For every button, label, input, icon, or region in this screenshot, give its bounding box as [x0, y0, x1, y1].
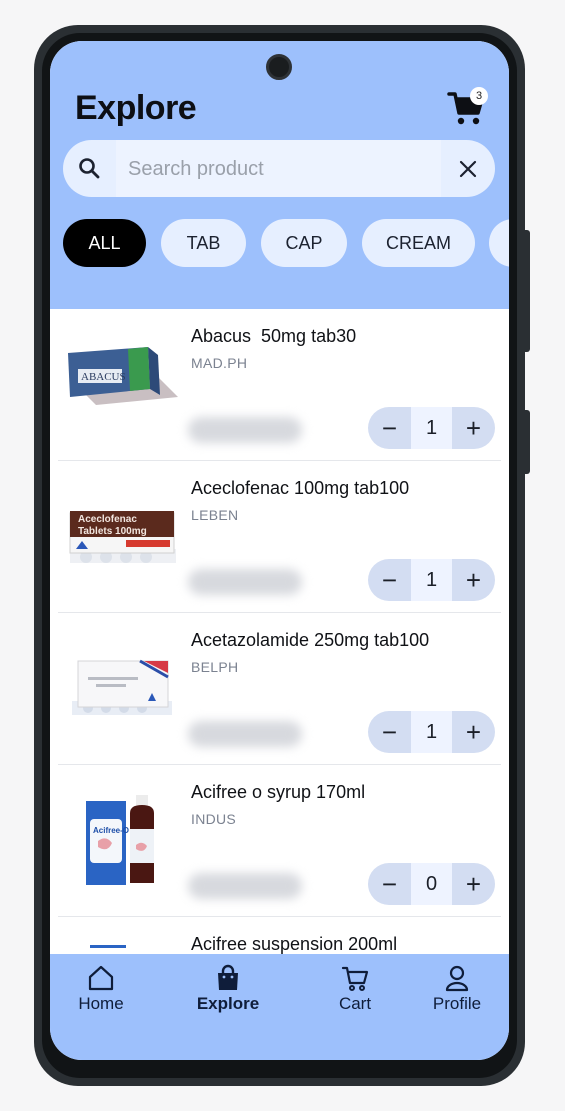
- nav-explore[interactable]: Explore: [183, 964, 273, 1020]
- nav-profile-label: Profile: [432, 994, 482, 1013]
- quantity-stepper: − 1 +: [368, 407, 495, 449]
- product-card[interactable]: Aceclofenac Tablets 100mg Aceclofenac 10…: [50, 461, 509, 613]
- filter-chip-cap[interactable]: CAP: [261, 219, 347, 267]
- quantity-value: 1: [411, 407, 452, 449]
- app-screen: Explore 3 Search product ALL TAB CAP CRE…: [50, 41, 509, 1060]
- search-bar: [63, 140, 495, 197]
- increase-button[interactable]: +: [452, 559, 495, 601]
- product-name: Acetazolamide 250mg tab100: [191, 630, 430, 650]
- product-name: Acifree suspension 200ml: [191, 934, 398, 954]
- svg-text:ABACUS: ABACUS: [81, 371, 126, 383]
- front-camera: [266, 54, 292, 80]
- phone-frame: Explore 3 Search product ALL TAB CAP CRE…: [34, 25, 525, 1086]
- quantity-stepper: − 1 +: [368, 711, 495, 753]
- box-brown-icon: Aceclofenac Tablets 100mg: [69, 511, 176, 563]
- filter-chip-cream[interactable]: CREAM: [362, 219, 475, 267]
- product-price-blurred: [188, 873, 302, 899]
- home-icon: [88, 965, 114, 991]
- category-filter-chips: ALL TAB CAP CREAM: [63, 219, 509, 269]
- box-green-icon: ABACUS: [68, 347, 178, 405]
- search-input[interactable]: [128, 154, 428, 184]
- shopping-bag-icon: [218, 964, 238, 990]
- cart-icon: [341, 966, 369, 991]
- product-price-blurred: [188, 417, 302, 443]
- nav-home[interactable]: Home: [56, 964, 146, 1020]
- filter-chip-tab[interactable]: TAB: [161, 219, 246, 267]
- product-name: Acifree o syrup 170ml: [191, 782, 366, 802]
- quantity-stepper: − 0 +: [368, 863, 495, 905]
- nav-profile[interactable]: Profile: [412, 964, 502, 1020]
- svg-text:Tablets 100mg: Tablets 100mg: [78, 526, 147, 537]
- product-name: Abacus 50mg tab30: [191, 326, 357, 346]
- product-card[interactable]: ABACUS Abacus 50mg tab30 MAD.PH − 1 +: [50, 309, 509, 461]
- product-brand: INDUS: [191, 811, 237, 827]
- close-icon: [459, 160, 477, 177]
- increase-button[interactable]: +: [452, 711, 495, 753]
- product-brand: BELPH: [191, 659, 239, 675]
- user-icon: [445, 965, 469, 992]
- decrease-button[interactable]: −: [368, 559, 411, 601]
- filter-chip-partial[interactable]: [489, 219, 509, 267]
- product-card[interactable]: Acifree suspension 200ml: [50, 917, 509, 954]
- product-price-blurred: [188, 721, 302, 747]
- product-card[interactable]: Acetazolamide 250mg tab100 BELPH − 1 +: [50, 613, 509, 765]
- quantity-value: 0: [411, 863, 452, 905]
- quantity-stepper: − 1 +: [368, 559, 495, 601]
- decrease-button[interactable]: −: [368, 711, 411, 753]
- product-list[interactable]: ABACUS Abacus 50mg tab30 MAD.PH − 1 + Ac…: [50, 309, 509, 954]
- product-name: Aceclofenac 100mg tab100: [191, 478, 410, 498]
- quantity-value: 1: [411, 711, 452, 753]
- svg-text:Acifree-O: Acifree-O: [93, 826, 129, 835]
- nav-cart[interactable]: Cart: [310, 964, 400, 1020]
- product-brand: LEBEN: [191, 507, 239, 523]
- box-white-icon: [72, 659, 172, 715]
- product-thumbnail: [66, 945, 184, 954]
- clear-search-button[interactable]: [441, 140, 495, 197]
- page-title: Explore: [75, 89, 197, 127]
- search-icon[interactable]: [77, 156, 101, 180]
- nav-explore-label: Explore: [196, 994, 260, 1013]
- product-price-blurred: [188, 569, 302, 595]
- decrease-button[interactable]: −: [368, 407, 411, 449]
- cart-count-badge: 3: [470, 87, 488, 105]
- filter-chip-all[interactable]: ALL: [63, 219, 146, 267]
- header: Explore 3 Search product ALL TAB CAP CRE…: [50, 41, 509, 309]
- bottom-navigation: Home Explore Cart Profile: [50, 954, 509, 1060]
- increase-button[interactable]: +: [452, 407, 495, 449]
- product-brand: MAD.PH: [191, 355, 248, 371]
- syrup-bottle-icon: Acifree-O: [86, 795, 154, 885]
- search-field: [116, 140, 441, 197]
- product-card[interactable]: Acifree-O Acifree o syrup 170ml INDUS − …: [50, 765, 509, 917]
- svg-text:Aceclofenac: Aceclofenac: [78, 514, 137, 525]
- nav-home-label: Home: [78, 994, 124, 1013]
- decrease-button[interactable]: −: [368, 863, 411, 905]
- quantity-value: 1: [411, 559, 452, 601]
- increase-button[interactable]: +: [452, 863, 495, 905]
- nav-cart-label: Cart: [338, 994, 372, 1013]
